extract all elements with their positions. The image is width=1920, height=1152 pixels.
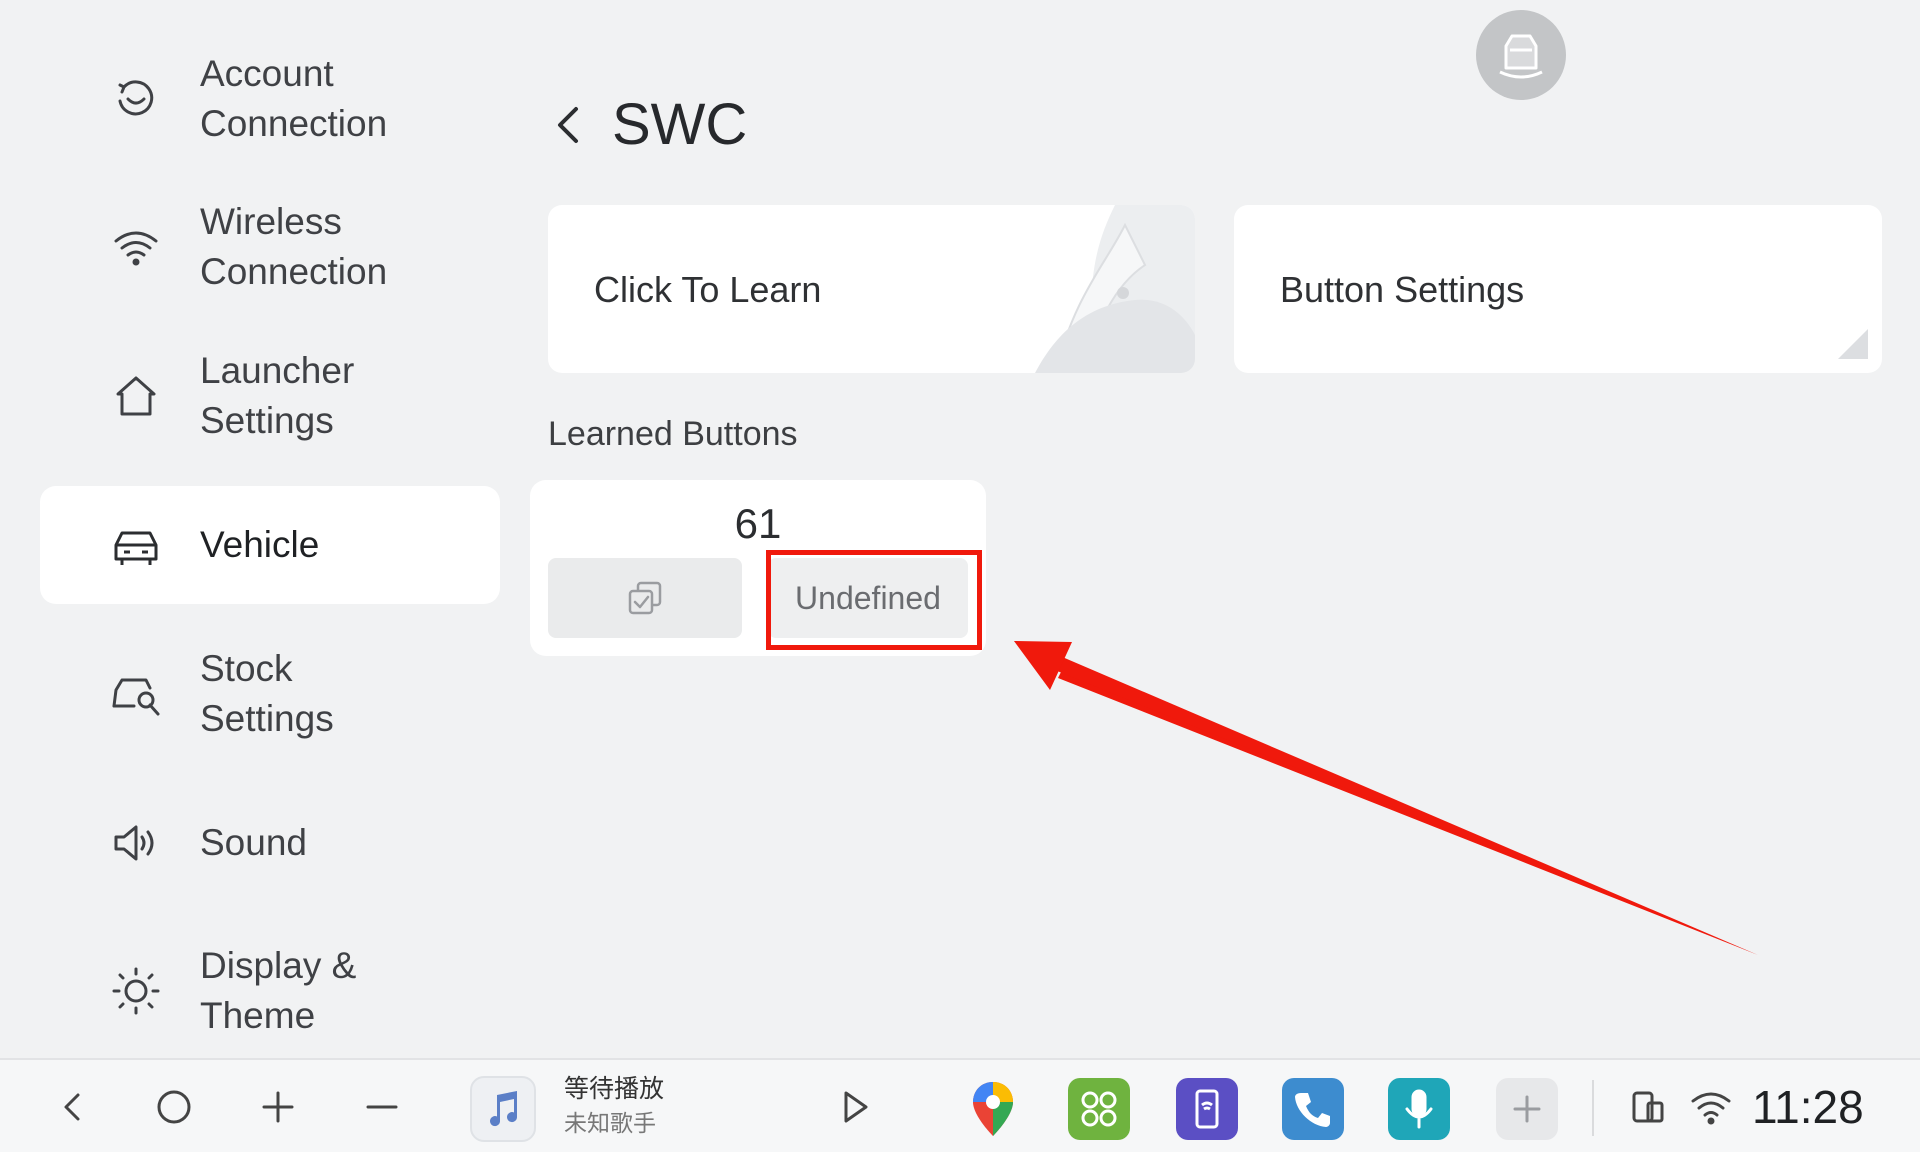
duplicate-button[interactable] <box>548 558 742 638</box>
brightness-icon <box>110 965 162 1017</box>
sidebar-item-launcher-settings[interactable]: Launcher Settings <box>40 337 500 455</box>
device-icon <box>1632 1091 1664 1123</box>
sidebar-item-vehicle[interactable]: Vehicle <box>40 486 500 604</box>
copy-check-icon <box>628 581 662 615</box>
sidebar-item-sound[interactable]: Sound <box>40 784 500 902</box>
sidebar-item-label: Launcher Settings <box>200 350 355 441</box>
music-note-icon <box>490 1091 518 1127</box>
chevron-left-icon <box>558 107 578 143</box>
nav-back-button[interactable] <box>48 1060 96 1152</box>
add-app-button[interactable] <box>1496 1078 1558 1140</box>
circle-home-icon <box>157 1090 191 1124</box>
plus-icon <box>262 1091 294 1123</box>
play-button[interactable] <box>830 1060 878 1152</box>
maps-app[interactable] <box>962 1078 1024 1140</box>
home-icon <box>110 370 162 422</box>
wifi-icon <box>110 221 162 273</box>
sidebar-item-label: Wireless Connection <box>200 201 388 292</box>
button-settings-card[interactable]: Button Settings <box>1234 205 1882 373</box>
add-app-icon <box>1513 1095 1541 1123</box>
phone-icon <box>1295 1093 1330 1127</box>
voice-assistant-icon <box>1405 1089 1433 1129</box>
sidebar-item-label: Stock Settings <box>200 648 334 739</box>
sidebar-item-display-theme[interactable]: Display & Theme <box>40 932 500 1050</box>
chevron-left-icon <box>64 1093 80 1121</box>
car-wrench-icon <box>110 668 162 720</box>
corner-triangle-icon <box>1838 329 1868 359</box>
phone-link-icon <box>1195 1089 1219 1129</box>
minus-icon <box>366 1105 398 1109</box>
song-artist: 未知歌手 <box>564 1111 656 1137</box>
clock: 11:28 <box>1752 1081 1864 1133</box>
play-icon <box>844 1091 868 1123</box>
sidebar-item-wireless-connection[interactable]: Wireless Connection <box>40 188 500 306</box>
sidebar-item-account-connection[interactable]: Account Connection <box>40 40 500 158</box>
steering-wheel-hand-illustration <box>1035 205 1195 373</box>
voice-assistant-app[interactable] <box>1388 1078 1450 1140</box>
car-icon <box>110 519 162 571</box>
avatar[interactable] <box>1476 10 1566 100</box>
sidebar-item-label: Sound <box>200 822 307 863</box>
click-to-learn-label: Click To Learn <box>594 269 822 310</box>
taskbar: 等待播放 未知歌手 11:28 <box>0 1058 1920 1152</box>
click-to-learn-card[interactable]: Click To Learn <box>548 205 1195 373</box>
phone-app[interactable] <box>1282 1078 1344 1140</box>
wifi-icon <box>1691 1092 1731 1125</box>
music-app-button[interactable] <box>470 1076 536 1142</box>
volume-up-button[interactable] <box>254 1060 302 1152</box>
volume-down-button[interactable] <box>358 1060 406 1152</box>
sidebar-item-stock-settings[interactable]: Stock Settings <box>40 635 500 753</box>
nav-home-button[interactable] <box>150 1060 198 1152</box>
highlight-box <box>766 550 982 650</box>
sidebar-item-label: Display & Theme <box>200 945 357 1036</box>
account-link-icon <box>110 73 162 125</box>
app-grid-app[interactable] <box>1068 1078 1130 1140</box>
sidebar-item-label: Account Connection <box>200 53 388 144</box>
speaker-icon <box>110 817 162 869</box>
taskbar-divider <box>1592 1080 1594 1136</box>
back-button[interactable] <box>548 95 588 155</box>
page-title: SWC <box>612 92 748 157</box>
device-status-button[interactable] <box>1624 1060 1672 1152</box>
maps-icon <box>973 1082 1013 1136</box>
phone-link-app[interactable] <box>1176 1078 1238 1140</box>
learned-buttons-heading: Learned Buttons <box>548 415 798 453</box>
wifi-status[interactable] <box>1686 1060 1736 1152</box>
button-settings-label: Button Settings <box>1280 269 1525 310</box>
car-assistant-icon <box>1499 34 1543 79</box>
settings-sidebar: Account Connection Wireless Connection L… <box>0 0 510 1058</box>
song-title: 等待播放 <box>564 1074 665 1103</box>
app-grid-icon <box>1081 1091 1117 1127</box>
learned-button-code: 61 <box>734 500 782 547</box>
sidebar-item-label: Vehicle <box>200 524 320 565</box>
